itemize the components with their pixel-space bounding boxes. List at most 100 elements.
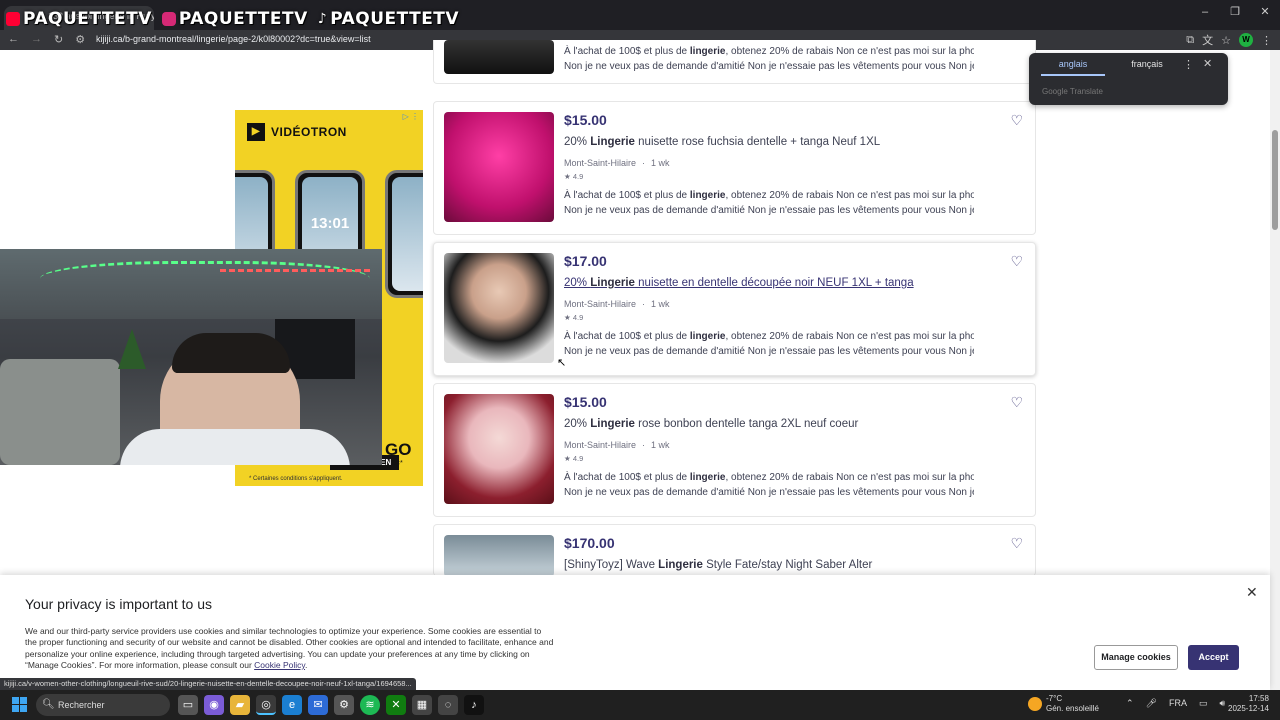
volume-icon[interactable]: 🔊︎ bbox=[1220, 698, 1226, 709]
webcam-overlay bbox=[0, 249, 382, 465]
file-explorer-icon[interactable]: ▰ bbox=[230, 695, 250, 715]
cookie-policy-link[interactable]: Cookie Policy bbox=[254, 660, 305, 670]
youtube-brand-label: PAQUETTETV bbox=[23, 9, 152, 29]
ad-logo: ▶ VIDÉOTRON bbox=[247, 123, 347, 141]
weather-sun-icon bbox=[1028, 697, 1042, 711]
accept-button[interactable]: Accept bbox=[1188, 645, 1239, 670]
instagram-icon bbox=[161, 12, 176, 26]
url-field[interactable]: kijiji.ca/b-grand-montreal/lingerie/page… bbox=[96, 34, 371, 44]
translate-tab-target[interactable]: français bbox=[1115, 59, 1179, 69]
favorite-heart-icon[interactable]: ♡ bbox=[1010, 535, 1023, 552]
search-icon: 🔍︎ bbox=[42, 699, 55, 710]
listing-card[interactable]: $170.00 [ShinyToyz] Wave Lingerie Style … bbox=[433, 524, 1036, 577]
minimize-icon[interactable]: – bbox=[1190, 0, 1220, 24]
listing-rating: ★ 4.9 bbox=[564, 313, 584, 322]
app-icon[interactable]: ◌ bbox=[438, 695, 458, 715]
translate-more-icon[interactable]: ⋮ bbox=[1183, 58, 1194, 71]
status-url: kijiji.ca/v-women-other-clothing/longueu… bbox=[0, 678, 416, 690]
ad-phone-image bbox=[385, 170, 423, 298]
listing-description: À l'achat de 100$ et plus de lingerie, o… bbox=[564, 331, 974, 357]
listing-rating: ★ 4.9 bbox=[564, 454, 584, 463]
translate-brand: Google Translate bbox=[1042, 87, 1103, 96]
page-scrollbar[interactable] bbox=[1270, 50, 1280, 690]
mouse-cursor-icon: ↖ bbox=[557, 357, 567, 369]
settings-icon[interactable]: ⚙ bbox=[334, 695, 354, 715]
forward-icon[interactable]: → bbox=[31, 33, 42, 46]
network-icon[interactable]: ▭ bbox=[1199, 698, 1208, 709]
tiktok-icon: ♪ bbox=[317, 11, 328, 27]
listing-thumbnail[interactable] bbox=[444, 535, 554, 577]
windows-taskbar: 🔍︎ Rechercher ▭ ◉ ▰ ◎ e ✉ ⚙ ≋ ✕ ▦ ◌ ♪ -7°… bbox=[0, 690, 1280, 720]
favorite-heart-icon[interactable]: ♡ bbox=[1010, 394, 1023, 411]
translate-tab-source[interactable]: anglais bbox=[1041, 59, 1105, 76]
instagram-brand: PAQUETTETV bbox=[161, 9, 308, 29]
listing-title[interactable]: 20% Lingerie rose bonbon dentelle tanga … bbox=[564, 418, 858, 430]
translate-close-icon[interactable]: ✕ bbox=[1203, 57, 1212, 70]
listing-title[interactable]: [ShinyToyz] Wave Lingerie Style Fate/sta… bbox=[564, 559, 872, 571]
maximize-icon[interactable]: ❐ bbox=[1220, 0, 1250, 24]
task-view-icon[interactable]: ▭ bbox=[178, 695, 198, 715]
listing-card[interactable]: $15.00 20% Lingerie rose bonbon dentelle… bbox=[433, 383, 1036, 517]
bookmark-star-icon[interactable]: ☆ bbox=[1221, 34, 1231, 47]
install-icon[interactable]: ⧉ bbox=[1186, 34, 1194, 47]
ad-info-icon[interactable]: ▷ ⋮ bbox=[403, 112, 419, 121]
nav-buttons: ← → ↻ ⚙ bbox=[8, 33, 85, 46]
taskbar-apps: ▭ ◉ ▰ ◎ e ✉ ⚙ ≋ ✕ ▦ ◌ ♪ bbox=[178, 695, 484, 715]
microphone-icon[interactable]: 🎤︎ bbox=[1146, 698, 1157, 709]
browser-menu-icon[interactable]: ⋮ bbox=[1261, 34, 1272, 47]
translate-icon[interactable]: 文 bbox=[1202, 32, 1213, 48]
listing-title-link[interactable]: 20% Lingerie nuisette en dentelle découp… bbox=[564, 277, 914, 289]
listing-thumbnail[interactable] bbox=[444, 112, 554, 222]
profile-avatar[interactable]: W bbox=[1239, 33, 1253, 47]
tiktok-app-icon[interactable]: ♪ bbox=[464, 695, 484, 715]
listing-description: À l'achat de 100$ et plus de lingerie, o… bbox=[564, 46, 974, 72]
listing-title[interactable]: 20% Lingerie nuisette rose fuchsia dente… bbox=[564, 136, 880, 148]
translate-popup: anglais français ⋮ ✕ Google Translate bbox=[1029, 53, 1228, 105]
videotron-logo-icon: ▶ bbox=[247, 123, 265, 141]
privacy-text: We and our third-party service providers… bbox=[25, 626, 554, 670]
mail-icon[interactable]: ✉ bbox=[308, 695, 328, 715]
sofa bbox=[0, 359, 120, 465]
manage-cookies-button[interactable]: Manage cookies bbox=[1094, 645, 1178, 670]
back-icon[interactable]: ← bbox=[8, 33, 19, 46]
listing-thumbnail[interactable] bbox=[444, 253, 554, 363]
favorite-heart-icon[interactable]: ♡ bbox=[1010, 112, 1023, 129]
language-indicator[interactable]: FRA bbox=[1169, 698, 1187, 709]
christmas-tree bbox=[118, 329, 146, 369]
copilot-icon[interactable]: ◉ bbox=[204, 695, 224, 715]
listing-card[interactable]: À l'achat de 100$ et plus de lingerie, o… bbox=[433, 40, 1036, 84]
listing-price: $15.00 bbox=[564, 112, 607, 128]
listing-thumbnail[interactable] bbox=[444, 40, 554, 74]
youtube-brand: PAQUETTETV bbox=[6, 9, 152, 29]
store-icon[interactable]: ▦ bbox=[412, 695, 432, 715]
star-icon: ★ bbox=[564, 313, 571, 322]
taskbar-clock[interactable]: 17:58 2025-12-14 bbox=[1228, 694, 1269, 714]
listing-card[interactable]: $17.00 20% Lingerie nuisette en dentelle… bbox=[433, 242, 1036, 376]
edge-icon[interactable]: e bbox=[282, 695, 302, 715]
start-button[interactable] bbox=[12, 697, 27, 712]
listing-price: $17.00 bbox=[564, 253, 607, 269]
privacy-close-icon[interactable]: ✕ bbox=[1246, 584, 1258, 601]
scroll-thumb[interactable] bbox=[1272, 130, 1278, 230]
listing-description: À l'achat de 100$ et plus de lingerie, o… bbox=[564, 190, 974, 216]
youtube-icon bbox=[6, 12, 20, 26]
taskbar-weather[interactable]: -7°C Gén. ensoleillé bbox=[1028, 694, 1099, 714]
window-controls: – ❐ ✕ bbox=[1190, 0, 1280, 24]
reload-icon[interactable]: ↻ bbox=[54, 33, 63, 46]
taskbar-search[interactable]: 🔍︎ Rechercher bbox=[36, 694, 170, 716]
stream-overlay-brands: PAQUETTETV PAQUETTETV ♪ PAQUETTETV bbox=[6, 9, 459, 29]
address-bar-actions: ⧉ 文 ☆ W ⋮ bbox=[1186, 32, 1272, 48]
favorite-heart-icon[interactable]: ♡ bbox=[1010, 253, 1023, 270]
xbox-icon[interactable]: ✕ bbox=[386, 695, 406, 715]
ad-footnote: * Certaines conditions s'appliquent. bbox=[249, 476, 343, 482]
site-info-icon[interactable]: ⚙ bbox=[75, 33, 85, 46]
spotify-icon[interactable]: ≋ bbox=[360, 695, 380, 715]
listing-card[interactable]: $15.00 20% Lingerie nuisette rose fuchsi… bbox=[433, 101, 1036, 235]
listing-thumbnail[interactable] bbox=[444, 394, 554, 504]
chrome-icon[interactable]: ◎ bbox=[256, 695, 276, 715]
instagram-brand-label: PAQUETTETV bbox=[178, 9, 308, 29]
listing-meta: Mont-Saint-Hilaire · 1 wk bbox=[564, 299, 670, 309]
close-window-icon[interactable]: ✕ bbox=[1250, 0, 1280, 24]
star-icon: ★ bbox=[564, 172, 571, 181]
tray-chevron-icon[interactable]: ⌃ bbox=[1126, 698, 1134, 709]
